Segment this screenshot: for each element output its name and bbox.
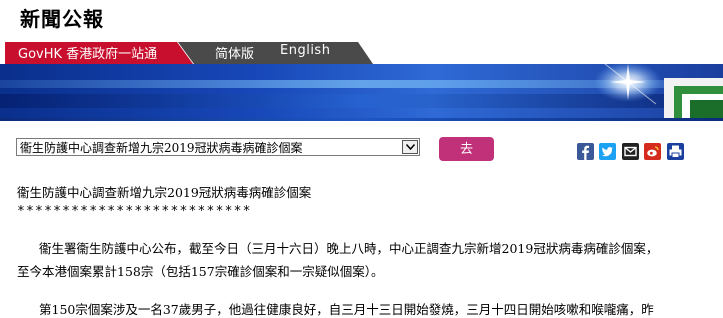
press-release-select[interactable]: 衞生防護中心調查新增九宗2019冠狀病毒病確診個案 (16, 138, 420, 156)
paragraph-2-line-1: 第150宗個案涉及一名37歲男子，他過往健康良好，自三月十三日開始發燒，三月十四… (39, 302, 654, 317)
paragraph-1-line-1: 衞生署衞生防護中心公布，截至今日（三月十六日）晚上八時，中心正調查九宗新增201… (39, 241, 659, 256)
chevron-down-icon[interactable] (402, 140, 418, 154)
paragraph-1-line-2: 至今本港個案累計158宗（包括157宗確診個案和一宗疑似個案）。 (17, 264, 384, 279)
press-release-select-value: 衞生防護中心調查新增九宗2019冠狀病毒病確診個案 (20, 141, 303, 155)
print-icon[interactable] (667, 143, 684, 160)
english-link[interactable]: English (280, 43, 330, 58)
site-title: 新聞公報 (20, 7, 104, 31)
weibo-icon[interactable] (644, 143, 661, 160)
go-button[interactable]: 去 (439, 137, 494, 161)
toolbar: 衞生防護中心調查新增九宗2019冠狀病毒病確診個案 去 (0, 134, 723, 164)
govhk-link[interactable]: GovHK 香港政府一站通 (18, 43, 157, 62)
facebook-icon[interactable] (577, 143, 594, 160)
simplified-chinese-link[interactable]: 简体版 (215, 43, 254, 62)
twitter-icon[interactable] (599, 143, 616, 160)
banner-bottom-rule (0, 118, 723, 121)
masthead: 新聞公報 (0, 0, 723, 40)
top-nav-bar: GovHK 香港政府一站通 简体版 English (0, 40, 723, 64)
language-nav-background (178, 42, 373, 64)
email-icon[interactable] (622, 143, 639, 160)
headline-divider: ************************** (17, 204, 252, 219)
header-banner (0, 64, 723, 118)
banner-decoration (594, 64, 723, 118)
article-headline: 衞生防護中心調查新增九宗2019冠狀病毒病確診個案 (17, 185, 312, 200)
